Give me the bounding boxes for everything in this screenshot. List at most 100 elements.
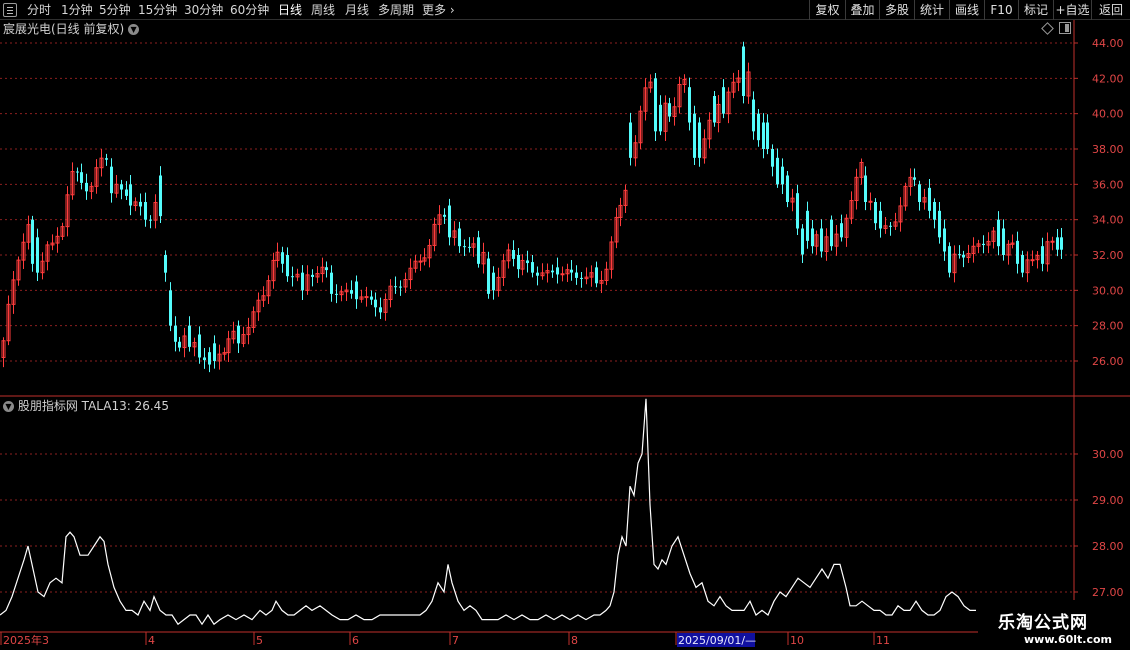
candle-down [938,202,941,244]
candle-down [517,248,520,278]
candle-up [609,236,614,279]
candle-down [129,175,132,216]
candle-up [844,214,849,247]
candle-body [570,269,573,273]
candle-body [688,87,691,123]
indicator-y-ticks: 27.00 28.00 29.00 30.00 [1074,448,1124,599]
candle-up [45,241,50,271]
candle-up [868,192,873,211]
candle-up [565,263,570,282]
time-axis-label: 6 [352,634,359,647]
candle-down [830,215,833,251]
candle-down [1041,237,1044,272]
candle-down [36,228,39,282]
main-y-ticks: 26.00 28.00 30.00 32.00 34.00 36.00 38.00 40.00… [1074,37,1124,368]
price-tick-label: 30.00 [1092,284,1124,297]
candle-body [492,272,495,291]
time-axis: 2025年3 4 5 6 7 8 2025/09/01/— 10 11 [0,632,890,647]
candle-body [864,175,867,202]
candle-down [213,335,216,369]
price-tick-label: 40.00 [1092,108,1124,121]
candle-down [928,178,931,219]
candle-up [133,197,138,212]
candle-body [766,122,769,149]
candle-up [731,72,736,99]
candle-body [370,296,373,300]
candle-body [659,104,662,132]
candle-body [556,267,559,275]
candle-up [422,248,427,266]
candle-up [432,217,437,252]
candle-up [1030,250,1035,266]
candle-up [99,148,104,177]
time-axis-label: 7 [452,634,459,647]
candle-down [370,290,373,305]
candle-up [506,243,511,269]
candle-up [217,344,222,370]
candle-down [1056,228,1059,257]
candle-down [379,297,382,319]
candle-body [796,193,799,229]
candle-up [60,222,65,240]
candle-up [65,186,70,237]
time-axis-label: 4 [148,634,155,647]
candle-up [413,254,418,273]
candle-up [584,267,589,285]
candle-down [840,214,843,242]
candle-up [496,267,501,297]
candle-up [707,112,712,149]
candle-body [281,252,284,264]
candle-body [874,202,877,224]
candle-down [330,265,333,302]
candle-up [893,212,898,231]
candle-up [638,105,643,150]
candle-body [997,219,1000,247]
candle-down [796,184,799,236]
candle-up [849,191,854,224]
candle-down [335,284,338,304]
candle-up [501,253,506,287]
candle-up [952,245,957,283]
candle-body [575,272,578,278]
candle-down [169,282,172,332]
candle-body [531,262,534,273]
candle-body [526,260,529,264]
candle-down [301,265,304,301]
candle-body [713,96,716,123]
candle-body [364,296,369,299]
candle-body [139,201,142,207]
candle-body [1030,259,1035,262]
chart-canvas[interactable]: 26.00 28.00 30.00 32.00 34.00 36.00 38.00 40.00… [0,0,1130,650]
candle-down [889,222,892,236]
candle-up [746,62,751,104]
candle-down [477,230,480,268]
candle-down [575,265,578,285]
candle-down [149,215,152,229]
candle-down [443,208,446,225]
candle-down [820,219,823,258]
candle-down [374,292,377,317]
candle-up [854,168,859,210]
candle-up [70,162,75,200]
candle-body [149,219,152,221]
candle-up [604,261,609,286]
time-axis-label: 11 [876,634,890,647]
candle-body [928,187,931,211]
indicator-tick-label: 29.00 [1092,494,1124,507]
candle-body [448,205,451,238]
candle-up [736,69,741,92]
candle-body [595,267,598,284]
candle-up [520,254,525,276]
candle-down [1060,228,1063,260]
price-tick-label: 44.00 [1092,37,1124,50]
candle-body [355,281,358,300]
candle-up [618,197,623,227]
candle-down [742,41,745,104]
candle-down [722,79,725,119]
candle-down [291,266,294,287]
candle-down [512,240,515,267]
candle-body [487,258,490,294]
candle-up [633,135,638,167]
candle-up [903,182,908,211]
candle-up [814,230,819,255]
